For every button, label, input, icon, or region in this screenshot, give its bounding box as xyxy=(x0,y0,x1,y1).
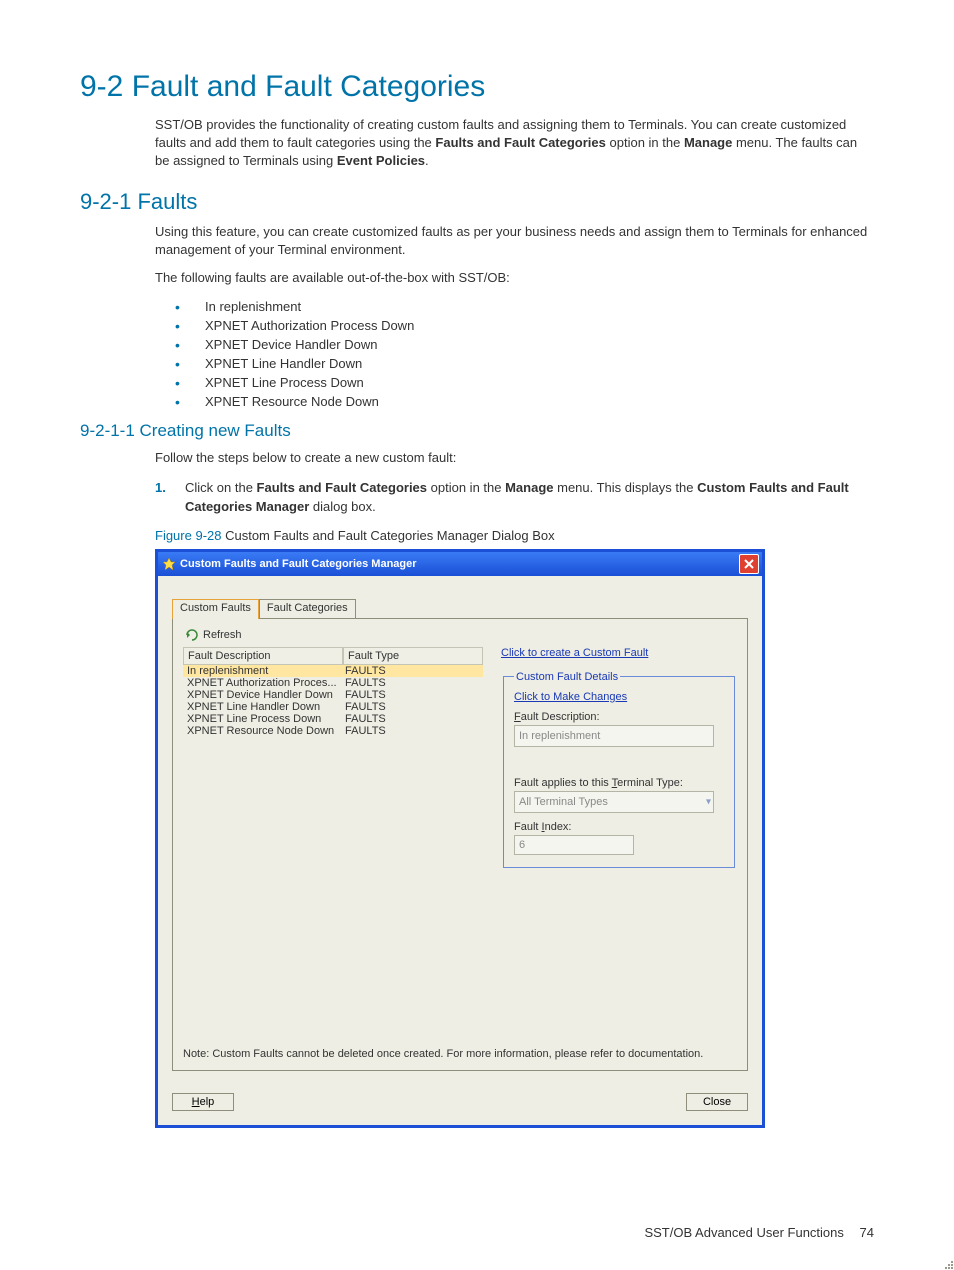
cell-type: FAULTS xyxy=(341,677,483,689)
paragraph: Using this feature, you can create custo… xyxy=(155,223,874,259)
cell-description: In replenishment xyxy=(183,665,341,677)
cell-type: FAULTS xyxy=(341,701,483,713)
cell-type: FAULTS xyxy=(341,713,483,725)
close-icon[interactable] xyxy=(739,554,759,574)
cell-description: XPNET Device Handler Down xyxy=(183,689,341,701)
heading-3: 9-2-1-1 Creating new Faults xyxy=(80,421,874,441)
accesskey: I xyxy=(542,821,545,833)
dialog-title: Custom Faults and Fault Categories Manag… xyxy=(180,558,417,570)
terminal-type-combo[interactable]: ▾ xyxy=(514,791,714,813)
text: option in the xyxy=(427,480,505,495)
text-bold: Manage xyxy=(505,480,553,495)
accesskey: F xyxy=(514,711,521,723)
dialog-titlebar[interactable]: Custom Faults and Fault Categories Manag… xyxy=(158,552,762,576)
text-bold: Faults and Fault Categories xyxy=(257,480,427,495)
paragraph: The following faults are available out-o… xyxy=(155,269,874,287)
paragraph: Follow the steps below to create a new c… xyxy=(155,449,874,467)
cell-description: XPNET Authorization Proces... xyxy=(183,677,341,689)
table-row[interactable]: XPNET Line Handler Down FAULTS xyxy=(183,701,483,713)
default-faults-list: In replenishment XPNET Authorization Pro… xyxy=(175,297,874,411)
footer-title: SST/OB Advanced User Functions xyxy=(644,1225,843,1240)
refresh-label: Refresh xyxy=(203,629,242,641)
text: dialog box. xyxy=(309,499,376,514)
details-legend: Custom Fault Details xyxy=(514,671,620,683)
text-bold: Event Policies xyxy=(337,153,425,168)
page-number: 74 xyxy=(860,1225,874,1240)
text: menu. This displays the xyxy=(554,480,698,495)
refresh-icon xyxy=(185,629,199,641)
fault-index-input[interactable] xyxy=(514,835,634,855)
cell-type: FAULTS xyxy=(341,665,483,677)
heading-1: 9-2 Fault and Fault Categories xyxy=(80,70,874,104)
help-button[interactable]: Help xyxy=(172,1093,234,1111)
figure-number: Figure 9-28 xyxy=(155,528,221,543)
list-item: XPNET Authorization Process Down xyxy=(175,316,874,335)
refresh-button[interactable]: Refresh xyxy=(185,629,737,641)
create-custom-fault-link[interactable]: Click to create a Custom Fault xyxy=(501,647,648,659)
note-text: Note: Custom Faults cannot be deleted on… xyxy=(183,1048,737,1060)
table-row[interactable]: XPNET Device Handler Down FAULTS xyxy=(183,689,483,701)
heading-2: 9-2-1 Faults xyxy=(80,189,874,215)
text: option in the xyxy=(606,135,684,150)
figure-caption: Figure 9-28 Custom Faults and Fault Cate… xyxy=(155,528,874,543)
figure-title: Custom Faults and Fault Categories Manag… xyxy=(221,528,554,543)
make-changes-link[interactable]: Click to Make Changes xyxy=(514,691,627,703)
fault-index-label: Fault Index: xyxy=(514,821,724,833)
accesskey: T xyxy=(612,777,618,789)
column-header-type[interactable]: Fault Type xyxy=(343,648,483,665)
close-button[interactable]: Close xyxy=(686,1093,748,1111)
cell-type: FAULTS xyxy=(341,725,483,737)
cell-description: XPNET Line Process Down xyxy=(183,713,341,725)
page-footer: SST/OB Advanced User Functions 74 xyxy=(644,1225,874,1240)
tabstrip: Custom Faults Fault Categories xyxy=(172,598,748,618)
paragraph-intro: SST/OB provides the functionality of cre… xyxy=(155,116,874,171)
text-bold: Manage xyxy=(684,135,732,150)
resize-grip-icon[interactable] xyxy=(942,1258,954,1270)
list-item: XPNET Resource Node Down xyxy=(175,392,874,411)
tab-panel-custom-faults: Refresh Fault Description Fault Type In … xyxy=(172,618,748,1071)
text-bold: Faults and Fault Categories xyxy=(435,135,605,150)
table-row[interactable]: XPNET Authorization Proces... FAULTS xyxy=(183,677,483,689)
list-item: XPNET Line Handler Down xyxy=(175,354,874,373)
cell-description: XPNET Line Handler Down xyxy=(183,701,341,713)
table-row[interactable]: XPNET Line Process Down FAULTS xyxy=(183,713,483,725)
custom-fault-details-group: Custom Fault Details Click to Make Chang… xyxy=(503,671,735,868)
terminal-type-label: Fault applies to this Terminal Type: xyxy=(514,777,724,789)
column-header-description[interactable]: Fault Description xyxy=(183,648,343,665)
cell-type: FAULTS xyxy=(341,689,483,701)
tab-fault-categories[interactable]: Fault Categories xyxy=(259,599,356,619)
list-item: XPNET Device Handler Down xyxy=(175,335,874,354)
tab-custom-faults[interactable]: Custom Faults xyxy=(172,599,259,619)
steps-list: Click on the Faults and Fault Categories… xyxy=(155,477,874,521)
table-row[interactable]: XPNET Resource Node Down FAULTS xyxy=(183,725,483,737)
faults-grid[interactable]: Fault Description Fault Type In replenis… xyxy=(183,647,483,737)
chevron-down-icon: ▾ xyxy=(706,796,711,807)
fault-description-input[interactable] xyxy=(514,725,714,747)
cell-description: XPNET Resource Node Down xyxy=(183,725,341,737)
text: . xyxy=(425,153,429,168)
app-icon xyxy=(162,557,176,571)
table-row[interactable]: In replenishment FAULTS xyxy=(183,665,483,677)
custom-faults-dialog: Custom Faults and Fault Categories Manag… xyxy=(155,549,765,1128)
terminal-type-input[interactable] xyxy=(514,791,714,813)
accesskey: H xyxy=(192,1096,200,1108)
list-item: In replenishment xyxy=(175,297,874,316)
list-item: XPNET Line Process Down xyxy=(175,373,874,392)
step-item: Click on the Faults and Fault Categories… xyxy=(155,477,874,521)
text: Click on the xyxy=(185,480,257,495)
fault-description-label: Fault Description: xyxy=(514,711,724,723)
